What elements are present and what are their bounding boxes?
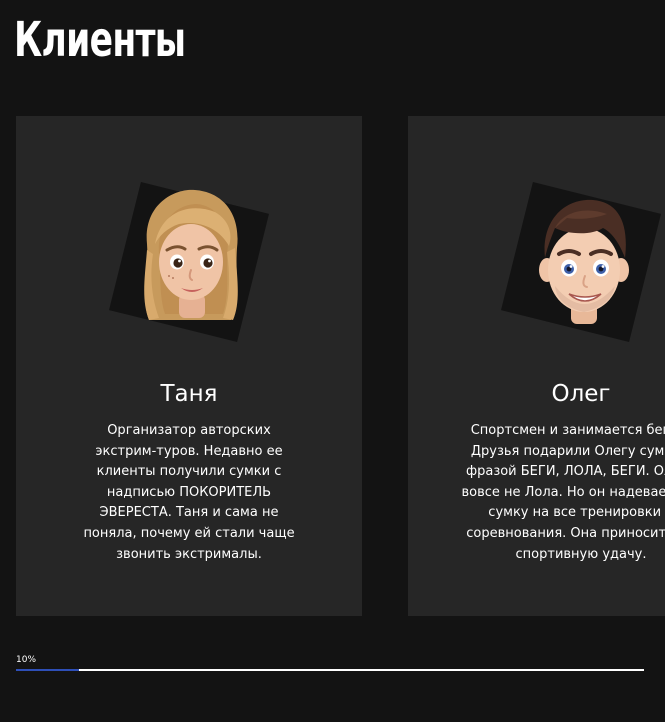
client-card-oleg: Олег Спортсмен и занимается бегом. Друзь… bbox=[408, 116, 665, 616]
client-description: Спортсмен и занимается бегом. Друзья под… bbox=[461, 423, 665, 562]
progress-bar[interactable] bbox=[16, 669, 644, 671]
progress-bar-fill bbox=[16, 669, 79, 671]
memoji-boy-avatar bbox=[539, 199, 629, 324]
client-name: Олег bbox=[551, 381, 611, 407]
client-avatar-oleg bbox=[493, 180, 665, 350]
client-card-tanya: Таня Организатор авторских экстрим-туров… bbox=[16, 116, 362, 616]
client-name: Таня bbox=[160, 381, 218, 407]
client-description: Организатор авторских экстрим-туров. Нед… bbox=[83, 423, 295, 562]
client-avatar-tanya bbox=[101, 180, 277, 350]
clients-slider[interactable]: Таня Организатор авторских экстрим-туров… bbox=[0, 116, 665, 616]
memoji-girl-avatar bbox=[144, 189, 238, 320]
progress-label: 10% bbox=[16, 655, 37, 665]
section-title: Клиенты bbox=[14, 12, 186, 68]
